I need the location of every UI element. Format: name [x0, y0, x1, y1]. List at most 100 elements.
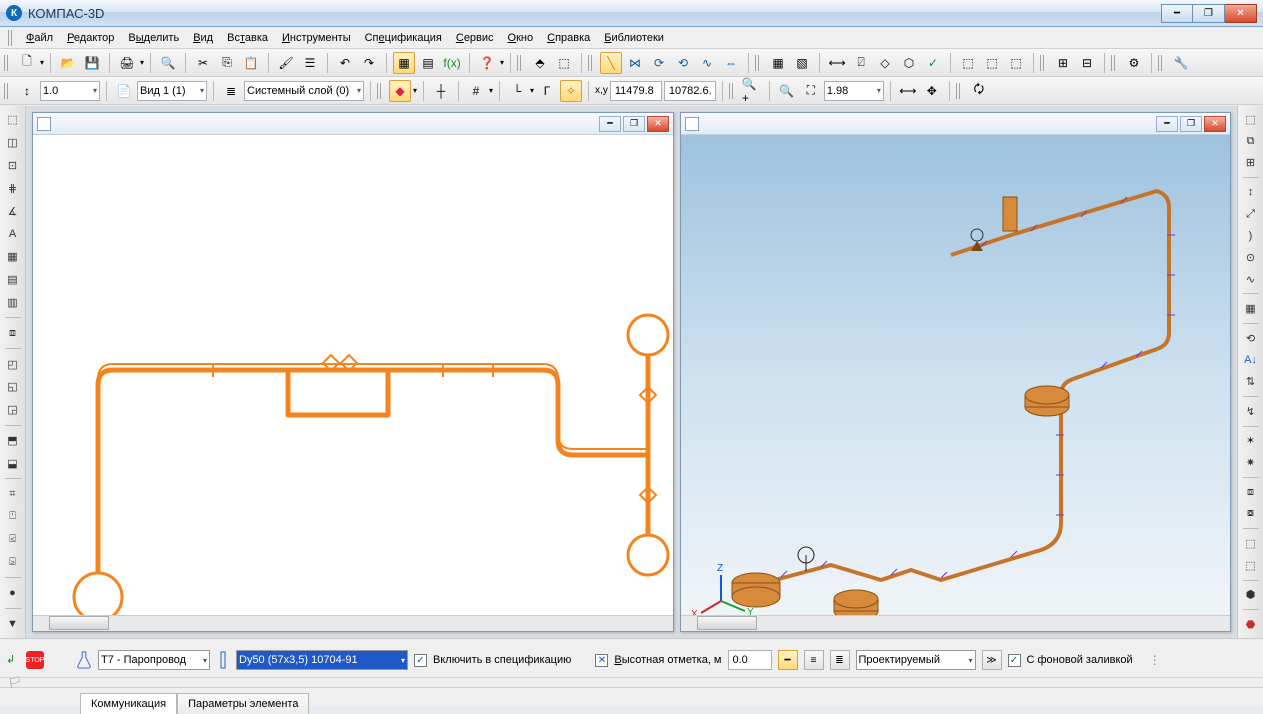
rbtn-18[interactable]: ⬚: [1241, 534, 1261, 553]
maximize-button[interactable]: ❐: [1193, 4, 1225, 23]
doc2d-close[interactable]: ✕: [647, 116, 669, 132]
pan-button[interactable]: ✥: [921, 80, 943, 102]
vbtn-16[interactable]: ⌗: [3, 484, 23, 504]
menu-select[interactable]: Выделить: [122, 30, 185, 46]
link-button[interactable]: ⇔: [720, 52, 742, 74]
vbtn-21[interactable]: ▼: [3, 614, 23, 634]
rbtn-4[interactable]: ↕: [1241, 183, 1261, 202]
doc2d-max[interactable]: ❐: [623, 116, 645, 132]
pipe-size-dropdown[interactable]: Dy50 (57x3,5) 10704-91▾: [236, 650, 408, 670]
rotate-button[interactable]: ⟳: [648, 52, 670, 74]
rbtn-20[interactable]: ⬢: [1241, 586, 1261, 605]
cut-button[interactable]: ✂: [192, 52, 214, 74]
undo-button[interactable]: ↶: [334, 52, 356, 74]
apply-icon[interactable]: ↲: [6, 653, 20, 667]
grid1-button[interactable]: ▦: [767, 52, 789, 74]
doc3d-min[interactable]: ━: [1156, 116, 1178, 132]
toolbar-grip-4[interactable]: [755, 55, 761, 71]
tool-a[interactable]: ⍁: [850, 52, 872, 74]
measure-button[interactable]: ⟷: [897, 80, 919, 102]
doc2d-hscroll[interactable]: [33, 615, 673, 631]
menu-window[interactable]: Окно: [502, 30, 540, 46]
layer-dropdown[interactable]: Системный слой (0)▾: [244, 81, 364, 101]
coord-x-input[interactable]: [610, 81, 662, 101]
include-spec-checkbox[interactable]: ✓: [414, 654, 427, 667]
vbtn-15[interactable]: ⬓: [3, 453, 23, 473]
doc3d-close[interactable]: ✕: [1204, 116, 1226, 132]
rbtn-14[interactable]: ✶: [1241, 432, 1261, 451]
toolbar-grip-2[interactable]: [517, 55, 523, 71]
coord-y-input[interactable]: [664, 81, 716, 101]
tool-e[interactable]: ⬚: [957, 52, 979, 74]
scale-dropdown[interactable]: 1.0▾: [40, 81, 100, 101]
tool-f[interactable]: ⬚: [981, 52, 1003, 74]
rbtn-1[interactable]: ⬚: [1241, 110, 1261, 129]
spec-button[interactable]: ▤: [417, 52, 439, 74]
toolbar-grip-7[interactable]: [1158, 55, 1164, 71]
panel-handle-icon[interactable]: 🏳: [8, 676, 22, 689]
menu-spec[interactable]: Спецификация: [359, 30, 448, 46]
menu-insert[interactable]: Вставка: [221, 30, 274, 46]
rbtn-13[interactable]: ↯: [1241, 402, 1261, 421]
mode-btn-2[interactable]: ≡: [804, 650, 824, 670]
rbtn-17[interactable]: ⧇: [1241, 505, 1261, 524]
height-checkbox[interactable]: ✕: [595, 654, 608, 667]
rbtn-16[interactable]: ⧈: [1241, 483, 1261, 502]
tab-element-params[interactable]: Параметры элемента: [177, 693, 309, 714]
tool-c[interactable]: ⬡: [898, 52, 920, 74]
ucs-button[interactable]: └: [506, 80, 528, 102]
rbtn-19[interactable]: ⬚: [1241, 556, 1261, 575]
doc2d-viewport[interactable]: [33, 135, 673, 615]
zoom-dropdown[interactable]: 1.98▾: [824, 81, 884, 101]
lib2-button[interactable]: ⬚: [553, 52, 575, 74]
preview-button[interactable]: 🔍: [157, 52, 179, 74]
open-button[interactable]: 📂: [57, 52, 79, 74]
mode-btn-3[interactable]: ≣: [830, 650, 850, 670]
menu-help[interactable]: Справка: [541, 30, 596, 46]
rbtn-5[interactable]: ⤢: [1241, 205, 1261, 224]
macro-button[interactable]: ⚙: [1123, 52, 1145, 74]
vbtn-17[interactable]: ⍞: [3, 507, 23, 527]
vbtn-13[interactable]: ◲: [3, 400, 23, 420]
resize-grip-icon[interactable]: ⋮: [1149, 653, 1161, 667]
toolbar-grip-v3[interactable]: [729, 83, 735, 99]
rbtn-15[interactable]: ✷: [1241, 453, 1261, 472]
menu-service[interactable]: Сервис: [450, 30, 500, 46]
toolbar-grip-v2[interactable]: [377, 83, 383, 99]
settings-button[interactable]: 🔧: [1170, 52, 1192, 74]
zoom-region-button[interactable]: 🔍: [776, 80, 798, 102]
bg-fill-checkbox[interactable]: ✓: [1008, 654, 1021, 667]
menu-editor[interactable]: Редактор: [61, 30, 120, 46]
menu-libraries[interactable]: Библиотеки: [598, 30, 670, 46]
copy-button[interactable]: ⎘: [216, 52, 238, 74]
vbtn-19[interactable]: ⍄: [3, 553, 23, 573]
rbtn-11[interactable]: A↓: [1241, 351, 1261, 370]
close-button[interactable]: ✕: [1225, 4, 1257, 23]
dim-button[interactable]: ⟷: [826, 52, 848, 74]
vbtn-7[interactable]: ▦: [3, 247, 23, 267]
more-button[interactable]: ≫: [982, 650, 1002, 670]
constraint1-button[interactable]: ⋈: [624, 52, 646, 74]
brush-button[interactable]: 🖌: [275, 52, 297, 74]
toolbar-grip-v4[interactable]: [956, 83, 962, 99]
vbtn-20[interactable]: ●: [3, 583, 23, 603]
rbtn-8[interactable]: ∿: [1241, 270, 1261, 289]
view-dropdown[interactable]: Вид 1 (1)▾: [137, 81, 207, 101]
vbtn-5[interactable]: ∡: [3, 201, 23, 221]
color-swatch-button[interactable]: ◆: [389, 80, 411, 102]
rbtn-21[interactable]: ⬣: [1241, 615, 1261, 634]
toolbar-grip-3[interactable]: [588, 55, 594, 71]
zoom-in-button[interactable]: 🔍+: [741, 80, 763, 102]
rbtn-6[interactable]: ): [1241, 226, 1261, 245]
print-button[interactable]: 🖨: [116, 52, 138, 74]
state-dropdown[interactable]: Проектируемый▾: [856, 650, 976, 670]
mode-btn-1[interactable]: ━: [778, 650, 798, 670]
tool-d[interactable]: ✓: [922, 52, 944, 74]
doc3d-viewport[interactable]: Z Y X: [681, 135, 1230, 615]
fx-button[interactable]: f(x): [441, 52, 463, 74]
doc3d-titlebar[interactable]: ━ ❐ ✕: [681, 113, 1230, 135]
grid2-button[interactable]: ▧: [791, 52, 813, 74]
rbtn-3[interactable]: ⊞: [1241, 153, 1261, 172]
toolbar-grip[interactable]: [4, 55, 10, 71]
grid-button[interactable]: #: [465, 80, 487, 102]
